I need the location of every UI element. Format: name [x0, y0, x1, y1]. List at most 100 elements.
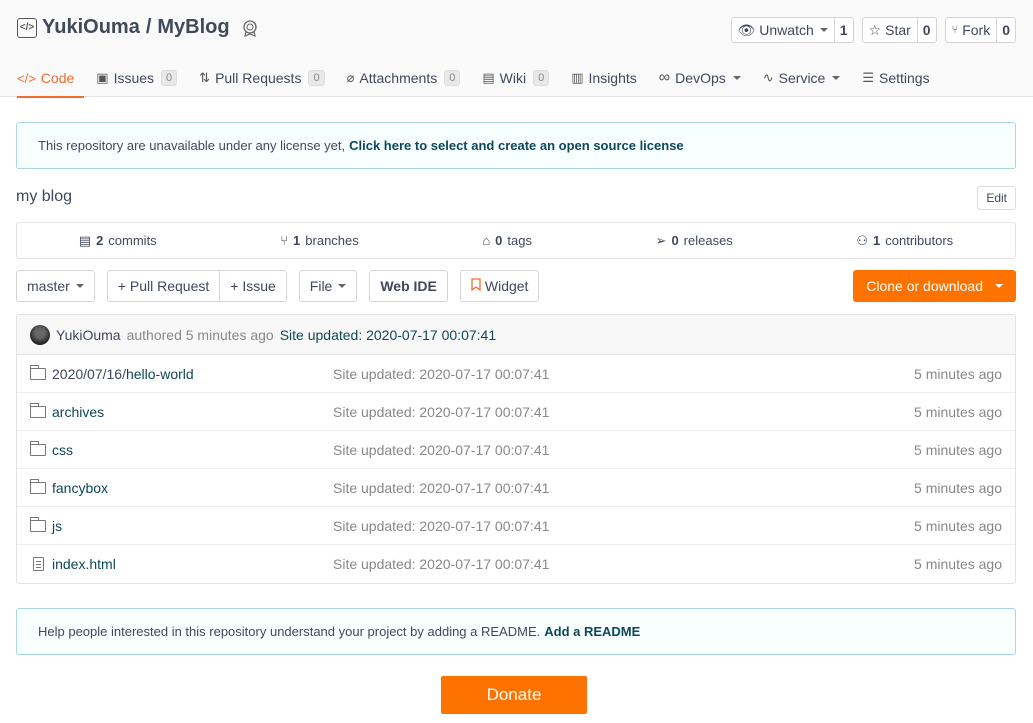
- file-name[interactable]: css: [52, 442, 73, 458]
- stat-tags[interactable]: ⌂ 0 tags: [482, 233, 532, 248]
- watch-button[interactable]: 👁 Unwatch 1: [730, 17, 854, 43]
- pull-request-icon: ⇅: [199, 70, 211, 85]
- commits-icon: ▤: [78, 232, 92, 248]
- file-row[interactable]: css Site updated: 2020-07-17 00:07:41 5 …: [17, 431, 1015, 469]
- file-row[interactable]: 2020/07/16/hello-world Site updated: 202…: [17, 355, 1015, 393]
- widget-button[interactable]: Widget: [459, 270, 540, 302]
- contributors-label: contributors: [885, 233, 954, 248]
- stat-commits[interactable]: ▤ 2 commits: [79, 233, 157, 249]
- file-icon: [33, 557, 44, 571]
- file-commit-message[interactable]: Site updated: 2020-07-17 00:07:41: [333, 404, 914, 420]
- readme-notice-text: Help people interested in this repositor…: [38, 624, 541, 639]
- tab-settings-label: Settings: [879, 70, 930, 86]
- file-name[interactable]: index.html: [52, 556, 116, 572]
- repo-name-link[interactable]: MyBlog: [157, 16, 229, 39]
- file-time: 5 minutes ago: [914, 403, 1002, 420]
- tags-label: tags: [507, 233, 532, 248]
- repo-title: </> YukiOuma / MyBlog: [17, 16, 260, 39]
- file-commit-message[interactable]: Site updated: 2020-07-17 00:07:41: [333, 518, 914, 534]
- stat-branches[interactable]: ⑂ 1 branches: [280, 233, 359, 248]
- bookmark-icon: [471, 278, 481, 294]
- file-time: 5 minutes ago: [914, 441, 1002, 458]
- folder-icon: [30, 364, 46, 380]
- tab-attachments-label: Attachments: [359, 70, 438, 86]
- branch-select-value: master: [27, 278, 70, 294]
- tab-service[interactable]: ∿ Service: [763, 59, 851, 97]
- tags-count: 0: [495, 233, 503, 248]
- file-name[interactable]: js: [52, 518, 62, 534]
- file-row[interactable]: js Site updated: 2020-07-17 00:07:41 5 m…: [17, 507, 1015, 545]
- file-name[interactable]: hello-world: [126, 366, 194, 382]
- chevron-down-icon: [819, 28, 828, 32]
- tab-pull-requests[interactable]: ⇅ Pull Requests 0: [199, 59, 334, 97]
- folder-icon: [30, 516, 46, 532]
- add-readme-link[interactable]: Add a README: [544, 624, 640, 639]
- tab-settings[interactable]: ☰ Settings: [862, 59, 939, 97]
- recommend-badge-icon: [240, 18, 260, 38]
- star-count[interactable]: 0: [918, 18, 936, 42]
- tag-icon: ⌂: [482, 233, 491, 248]
- file-commit-message[interactable]: Site updated: 2020-07-17 00:07:41: [333, 366, 914, 382]
- star-button[interactable]: ☆ Star 0: [861, 17, 937, 43]
- watch-count[interactable]: 1: [835, 18, 853, 42]
- file-row[interactable]: index.html Site updated: 2020-07-17 00:0…: [17, 545, 1015, 583]
- branch-select[interactable]: master: [16, 270, 95, 302]
- donate-button[interactable]: Donate: [441, 676, 587, 714]
- tab-attachments[interactable]: ⌀ Attachments 0: [347, 59, 471, 97]
- file-commit-message[interactable]: Site updated: 2020-07-17 00:07:41: [333, 556, 914, 572]
- web-ide-button[interactable]: Web IDE: [369, 270, 448, 302]
- chevron-down-icon: [75, 284, 84, 288]
- widget-label: Widget: [484, 278, 529, 294]
- repo-stats: ▤ 2 commits ⑂ 1 branches ⌂ 0 tags ➢ 0 re…: [16, 222, 1016, 259]
- fork-label: Fork: [962, 22, 991, 38]
- file-row[interactable]: archives Site updated: 2020-07-17 00:07:…: [17, 393, 1015, 431]
- folder-icon: [30, 440, 46, 456]
- tab-insights-label: Insights: [588, 70, 637, 86]
- fork-button[interactable]: ⑂ Fork 0: [944, 17, 1016, 43]
- repo-tabs: </> Code ▣ Issues 0 ⇅ Pull Requests 0 ⌀ …: [17, 59, 952, 98]
- file-commit-message[interactable]: Site updated: 2020-07-17 00:07:41: [333, 442, 914, 458]
- tab-code[interactable]: </> Code: [17, 59, 85, 98]
- tab-issues-count: 0: [161, 70, 178, 86]
- tab-wiki[interactable]: ▤ Wiki 0: [482, 59, 559, 97]
- edit-description-button[interactable]: Edit: [977, 186, 1016, 210]
- file-menu-button[interactable]: File: [298, 270, 358, 302]
- eye-icon: 👁: [737, 21, 756, 38]
- star-label: Star: [885, 22, 911, 38]
- file-time: 5 minutes ago: [914, 479, 1002, 496]
- infinity-icon: ∞: [658, 69, 671, 86]
- branches-count: 1: [293, 233, 301, 248]
- commit-message[interactable]: Site updated: 2020-07-17 00:07:41: [280, 327, 496, 343]
- stat-releases[interactable]: ➢ 0 releases: [656, 233, 733, 249]
- stat-contributors[interactable]: ⚇ 1 contributors: [856, 233, 953, 249]
- commit-author[interactable]: YukiOuma: [56, 327, 121, 343]
- repo-code-icon: </>: [17, 17, 37, 38]
- clone-download-button[interactable]: Clone or download: [853, 270, 1016, 302]
- branches-label: branches: [305, 233, 359, 248]
- file-name[interactable]: archives: [52, 404, 104, 420]
- file-row[interactable]: fancybox Site updated: 2020-07-17 00:07:…: [17, 469, 1015, 507]
- avatar[interactable]: [30, 324, 50, 345]
- license-create-link[interactable]: Click here to select and create an open …: [349, 138, 684, 153]
- repo-owner-link[interactable]: YukiOuma: [42, 16, 140, 39]
- file-name[interactable]: fancybox: [52, 480, 108, 496]
- file-path-prefix[interactable]: 2020/07/16/: [52, 366, 126, 382]
- new-issue-button[interactable]: + Issue: [219, 271, 286, 301]
- tab-attachments-count: 0: [444, 70, 461, 86]
- new-pull-request-button[interactable]: + Pull Request: [108, 271, 219, 301]
- file-commit-message[interactable]: Site updated: 2020-07-17 00:07:41: [333, 480, 914, 496]
- file-time: 5 minutes ago: [914, 365, 1002, 382]
- fork-count[interactable]: 0: [997, 18, 1015, 42]
- folder-icon: [30, 478, 46, 494]
- contributors-count: 1: [873, 233, 881, 248]
- repo-header: </> YukiOuma / MyBlog 👁 Unwatch 1 ☆ Star 0…: [0, 0, 1033, 98]
- star-icon: ☆: [868, 21, 882, 38]
- license-notice-text: This repository are unavailable under an…: [38, 138, 346, 153]
- repo-toolbar: master + Pull Request + Issue File Web I…: [16, 270, 1016, 302]
- release-icon: ➢: [655, 232, 667, 248]
- tab-insights[interactable]: ▥ Insights: [571, 59, 647, 97]
- tab-issues[interactable]: ▣ Issues 0: [96, 59, 187, 97]
- pulse-icon: ∿: [762, 70, 774, 85]
- repo-actions: 👁 Unwatch 1 ☆ Star 0 ⑂ Fork 0: [730, 17, 1016, 43]
- tab-devops[interactable]: ∞ DevOps: [659, 59, 751, 97]
